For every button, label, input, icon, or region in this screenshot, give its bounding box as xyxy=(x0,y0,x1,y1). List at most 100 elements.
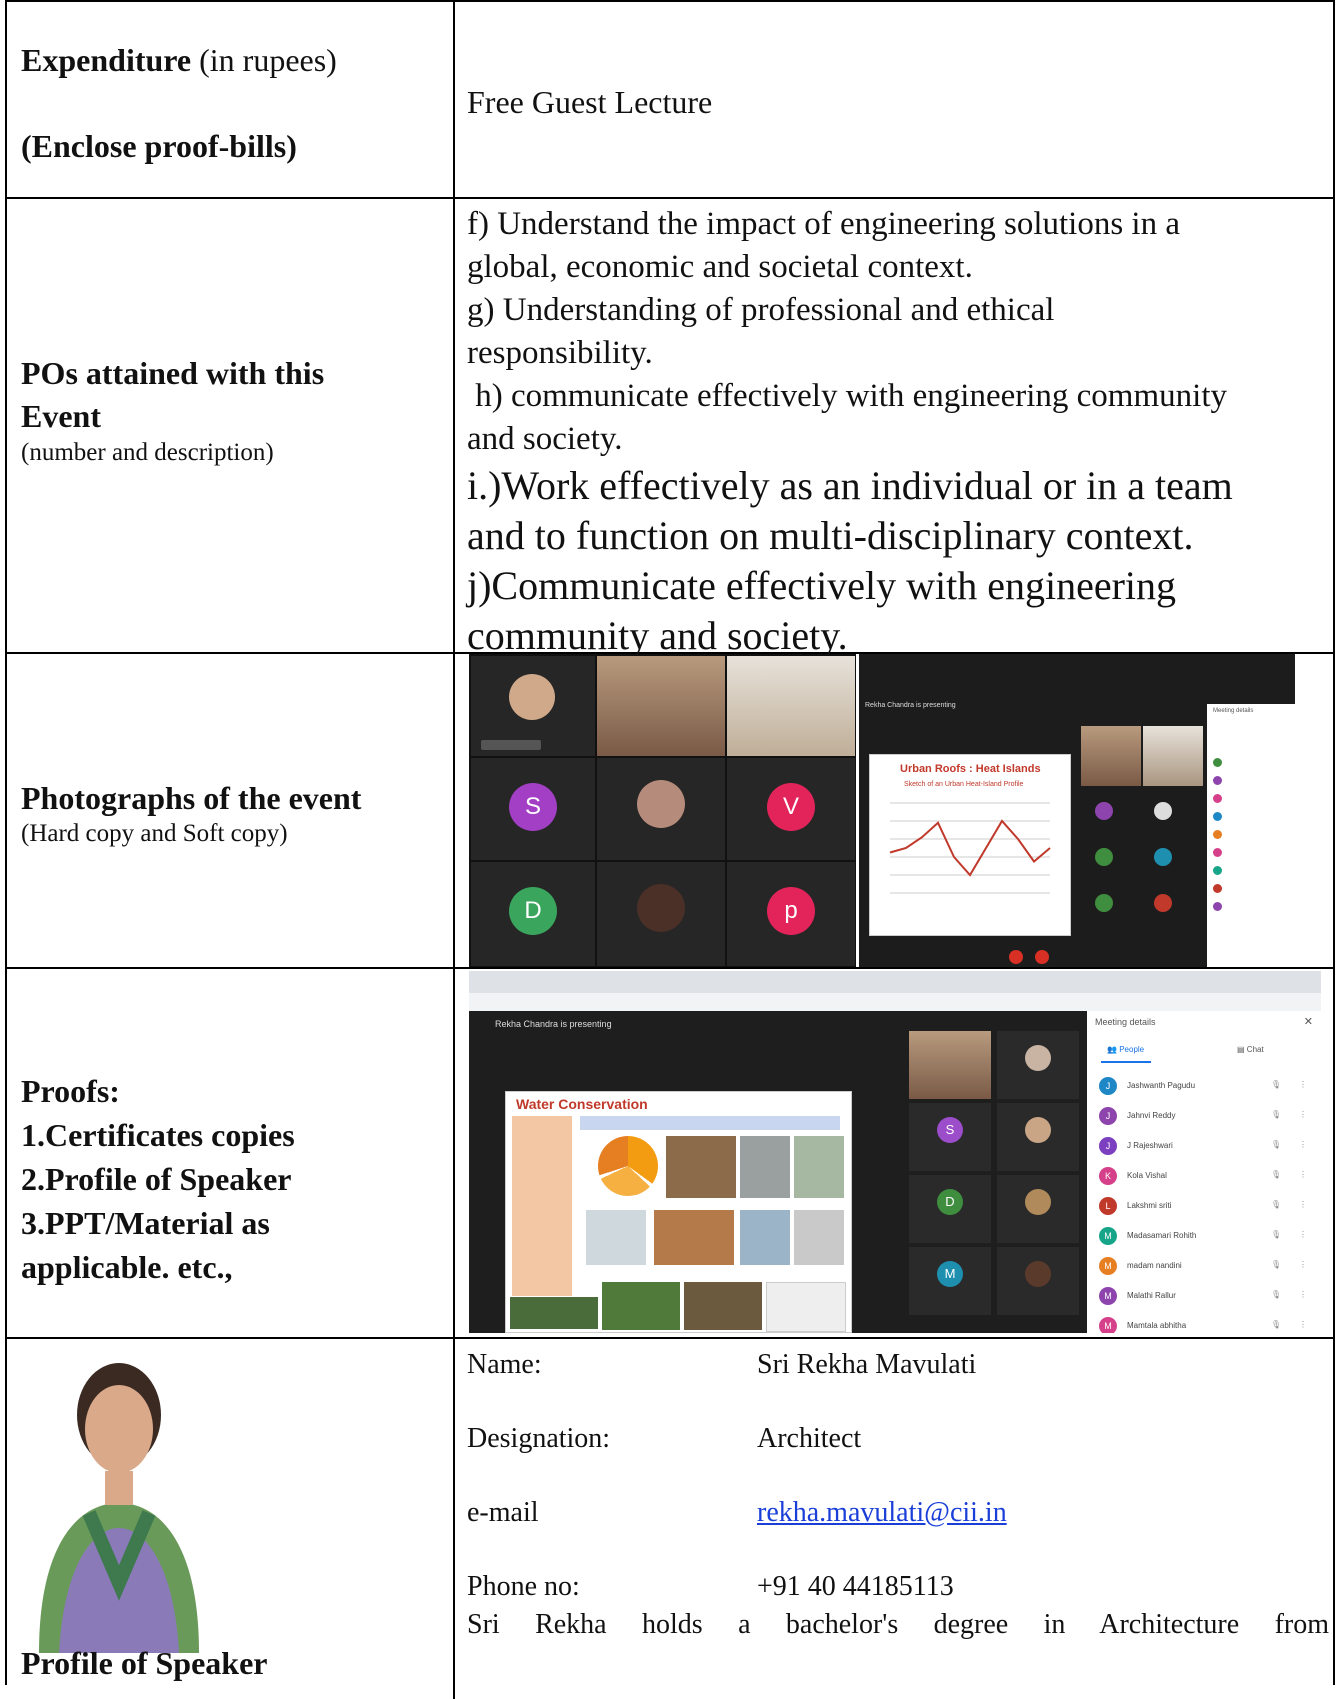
participant-avatar: D xyxy=(509,887,557,935)
slide-title: Urban Roofs : Heat Islands xyxy=(900,763,1041,775)
slide-photo xyxy=(654,1210,734,1265)
participant-avatar: M xyxy=(1099,1287,1117,1305)
email-link[interactable]: rekha.mavulati@cii.in xyxy=(757,1497,1007,1529)
name-tag xyxy=(481,740,541,750)
participant-dot xyxy=(1213,812,1222,821)
participant-name: Lakshmi sriti xyxy=(1127,1201,1172,1210)
participant-row[interactable]: M Mamtala abhitha 🎙 ⋮ xyxy=(1095,1315,1315,1333)
heat-island-chart xyxy=(889,802,1051,894)
presenter-camera xyxy=(1081,726,1141,786)
participant-photo xyxy=(509,674,555,720)
email-key: e-mail xyxy=(467,1497,539,1528)
column-divider xyxy=(453,2,455,197)
participant-photo xyxy=(1025,1117,1051,1143)
meeting-details-panel: Meeting details xyxy=(1207,704,1295,967)
participant-dot xyxy=(1213,866,1222,875)
slide-photo xyxy=(740,1136,790,1198)
participant-avatar: J xyxy=(1099,1107,1117,1125)
video-tile: D xyxy=(909,1175,991,1243)
participant-name: Jashwanth Pagudu xyxy=(1127,1081,1196,1090)
proof-item: applicable. etc., xyxy=(21,1249,233,1285)
participant-name: Madasamari Rohith xyxy=(1127,1231,1197,1240)
close-icon[interactable]: ✕ xyxy=(1304,1015,1313,1028)
participant-avatar: S xyxy=(509,783,557,831)
slide-subtitle: Sketch of an Urban Heat-Island Profile xyxy=(904,781,1024,788)
photos-sub: (Hard copy and Soft copy) xyxy=(21,820,288,847)
po-line: responsibility. xyxy=(467,335,653,371)
video-tile xyxy=(997,1103,1079,1171)
more-options-icon[interactable]: ⋮ xyxy=(1299,1080,1307,1089)
more-options-icon[interactable]: ⋮ xyxy=(1299,1260,1307,1269)
phone-key: Phone no: xyxy=(467,1571,580,1602)
video-tile: M xyxy=(909,1247,991,1315)
participant-name: madam nandini xyxy=(1127,1261,1182,1270)
mic-off-icon: 🎙 xyxy=(1271,1140,1282,1149)
po-line: global, economic and societal context. xyxy=(467,249,973,285)
column-divider xyxy=(453,654,455,967)
participant-row[interactable]: Mmadam nandini 🎙 ⋮ xyxy=(1095,1255,1315,1277)
participant-avatar xyxy=(1154,802,1172,820)
participant-dot xyxy=(1213,884,1222,893)
chat-icon: ▤ xyxy=(1237,1045,1245,1054)
tab-people[interactable]: 👥 People xyxy=(1107,1045,1144,1054)
proof-screenshot: Rekha Chandra is presenting Water Conser… xyxy=(469,971,1321,1333)
more-options-icon[interactable]: ⋮ xyxy=(1299,1230,1307,1239)
more-options-icon[interactable]: ⋮ xyxy=(1299,1200,1307,1209)
proof-item: 1.Certificates copies xyxy=(21,1117,295,1153)
participant-row[interactable]: M Malathi Rallur 🎙 ⋮ xyxy=(1095,1285,1315,1307)
participant-photo xyxy=(1025,1261,1051,1287)
participant-row[interactable]: L Lakshmi sriti 🎙 ⋮ xyxy=(1095,1195,1315,1217)
mic-off-icon: 🎙 xyxy=(1271,1320,1282,1329)
presenter-camera xyxy=(909,1031,991,1099)
camera-feed xyxy=(597,656,725,756)
slide-header-band xyxy=(580,1116,840,1130)
mic-off-icon: 🎙 xyxy=(1271,1080,1282,1089)
participant-avatar: K xyxy=(1099,1167,1117,1185)
participant-row[interactable]: M Madasamari Rohith 🎙 ⋮ xyxy=(1095,1225,1315,1247)
slide-photo xyxy=(794,1210,844,1265)
participant-avatar: p xyxy=(767,887,815,935)
participant-dot xyxy=(1213,902,1222,911)
pos-label-sub: (number and description) xyxy=(21,439,274,466)
phone-value: +91 40 44185113 xyxy=(757,1571,954,1602)
proofs-row: Proofs: 1.Certificates copies 2.Profile … xyxy=(7,969,1333,1339)
slide-title: Water Conservation xyxy=(516,1096,648,1112)
pos-label-line2: Event xyxy=(21,398,101,434)
participant-row[interactable]: J J Rajeshwari 🎙 ⋮ xyxy=(1095,1135,1315,1157)
proof-item: 3.PPT/Material as xyxy=(21,1205,270,1241)
more-options-icon[interactable]: ⋮ xyxy=(1299,1320,1307,1329)
speaker-label: Profile of Speaker xyxy=(21,1645,268,1681)
participant-row[interactable]: K Kola Vishal 🎙 ⋮ xyxy=(1095,1165,1315,1187)
more-options-icon[interactable]: ⋮ xyxy=(1299,1140,1307,1149)
speaker-photo xyxy=(39,1363,199,1653)
report-table: Expenditure (in rupees) (Enclose proof-b… xyxy=(5,0,1335,1699)
participant-row[interactable]: J Jahnvi Reddy 🎙 ⋮ xyxy=(1095,1105,1315,1127)
chart-grid xyxy=(890,802,1050,894)
panel-title: Meeting details xyxy=(1213,708,1254,714)
more-options-icon[interactable]: ⋮ xyxy=(1299,1170,1307,1179)
mic-off-icon: 🎙 xyxy=(1271,1170,1282,1179)
expenditure-row: Expenditure (in rupees) (Enclose proof-b… xyxy=(7,2,1333,199)
participant-avatar: D xyxy=(937,1189,963,1215)
slide-photo xyxy=(740,1210,790,1265)
tab-chat[interactable]: ▤ Chat xyxy=(1237,1045,1264,1054)
more-options-icon[interactable]: ⋮ xyxy=(1299,1290,1307,1299)
bookmarks-bar xyxy=(469,993,1321,1011)
slide-photo xyxy=(586,1210,646,1265)
video-tile xyxy=(471,656,595,756)
expenditure-label-line2: (Enclose proof-bills) xyxy=(21,128,297,164)
mic-off-icon: 🎙 xyxy=(1271,1230,1282,1239)
video-tile: p xyxy=(727,862,855,966)
participant-photo xyxy=(1025,1189,1051,1215)
po-line: j)Communicate effectively with engineeri… xyxy=(467,563,1177,608)
browser-toolbar xyxy=(469,971,1321,993)
participant-row[interactable]: J Jashwanth Pagudu 🎙 ⋮ xyxy=(1095,1075,1315,1097)
photos-row: Photographs of the event (Hard copy and … xyxy=(7,654,1333,969)
speaker-bio: Sri Rekha holds a bachelor's degree in A… xyxy=(467,1609,1329,1640)
slide-photo xyxy=(794,1136,844,1198)
expenditure-label-bold: Expenditure xyxy=(21,42,192,78)
po-line: f) Understand the impact of engineering … xyxy=(467,206,1180,242)
more-options-icon[interactable]: ⋮ xyxy=(1299,1110,1307,1119)
po-line: g) Understanding of professional and eth… xyxy=(467,292,1055,328)
expenditure-value: Free Guest Lecture xyxy=(467,84,713,120)
